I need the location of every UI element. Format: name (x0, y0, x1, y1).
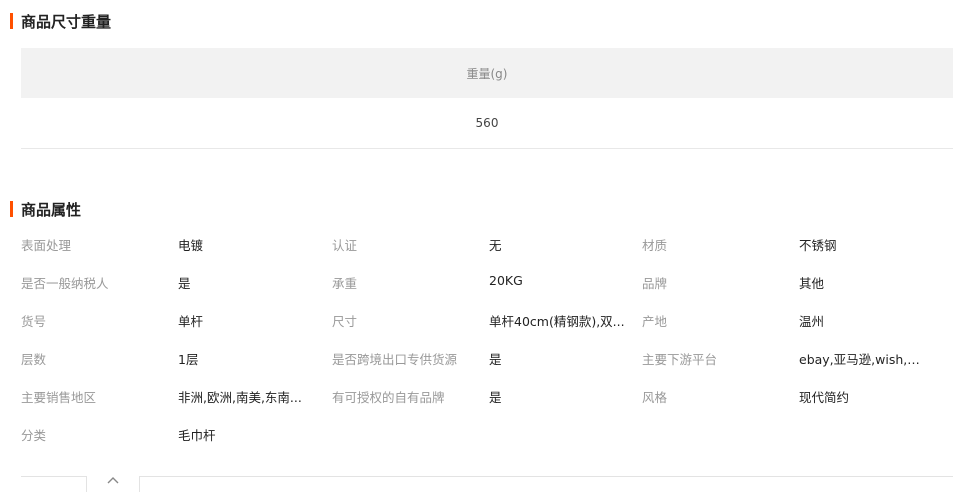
attribute-label: 承重 (332, 276, 358, 291)
attribute-label: 是否跨境出口专供货源 (332, 352, 458, 367)
attribute-label: 主要下游平台 (642, 352, 718, 367)
attribute-value: 现代简约 (799, 390, 850, 405)
attribute-label: 货号 (21, 314, 47, 329)
attribute-row: 表面处理 电镀 认证 无 材质 不锈钢 (21, 224, 960, 262)
collapse-toggle-button[interactable] (86, 476, 140, 492)
attribute-value: 温州 (799, 314, 825, 329)
attribute-value: 电镀 (178, 238, 204, 253)
attribute-label: 材质 (642, 238, 668, 253)
attribute-label: 是否一般纳税人 (21, 276, 109, 291)
attribute-row: 货号 单杆 尺寸 单杆40cm(精钢款),双... 产地 温州 (21, 300, 960, 338)
attributes-grid: 表面处理 电镀 认证 无 材质 不锈钢 是否一般纳税人 是 承重 20KG 品牌… (21, 224, 960, 452)
attributes-section-title: 商品属性 (10, 200, 82, 219)
attribute-label: 认证 (332, 238, 358, 253)
attribute-value: ebay,亚马逊,wish,速... (799, 352, 927, 367)
attribute-row: 分类 毛巾杆 (21, 414, 960, 452)
attribute-row: 层数 1层 是否跨境出口专供货源 是 主要下游平台 ebay,亚马逊,wish,… (21, 338, 960, 376)
attribute-value: 无 (489, 238, 502, 253)
weight-table: 重量(g) 560 (21, 48, 953, 149)
attribute-value: 20KG (489, 273, 523, 288)
section-accent-bar (10, 201, 13, 217)
attribute-value: 单杆40cm(精钢款),双... (489, 314, 625, 329)
attribute-label: 层数 (21, 352, 47, 367)
attribute-label: 有可授权的自有品牌 (332, 390, 445, 405)
attribute-value: 毛巾杆 (178, 428, 216, 443)
attribute-label: 表面处理 (21, 238, 72, 253)
attribute-row: 是否一般纳税人 是 承重 20KG 品牌 其他 (21, 262, 960, 300)
attribute-label: 分类 (21, 428, 47, 443)
attribute-value: 非洲,欧洲,南美,东南... (178, 390, 302, 405)
chevron-up-icon (107, 477, 119, 484)
collapse-bar (21, 476, 953, 492)
weight-column-header: 重量(g) (21, 48, 953, 98)
attribute-value: 是 (178, 276, 191, 291)
attribute-label: 品牌 (642, 276, 668, 291)
weight-value-cell: 560 (21, 98, 953, 149)
attribute-value: 是 (489, 352, 502, 367)
size-weight-section-title: 商品尺寸重量 (10, 12, 112, 31)
attribute-value: 单杆 (178, 314, 204, 329)
attribute-label: 尺寸 (332, 314, 358, 329)
attribute-value: 是 (489, 390, 502, 405)
section-accent-bar (10, 13, 13, 29)
attribute-value: 1层 (178, 352, 199, 367)
attribute-value: 不锈钢 (799, 238, 837, 253)
attribute-label: 主要销售地区 (21, 390, 97, 405)
attribute-label: 产地 (642, 314, 668, 329)
size-weight-title-text: 商品尺寸重量 (21, 12, 112, 31)
attributes-title-text: 商品属性 (21, 200, 82, 219)
attribute-label: 风格 (642, 390, 668, 405)
attribute-value: 其他 (799, 276, 825, 291)
attribute-row: 主要销售地区 非洲,欧洲,南美,东南... 有可授权的自有品牌 是 风格 现代简… (21, 376, 960, 414)
